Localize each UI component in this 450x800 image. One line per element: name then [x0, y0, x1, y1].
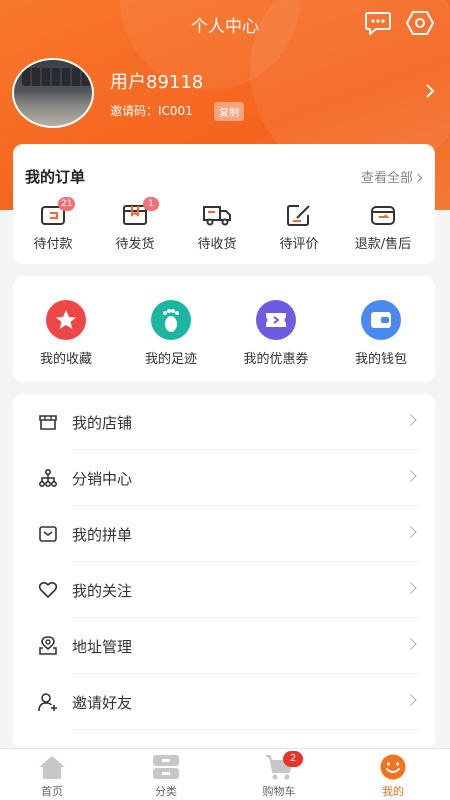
menu-label: 地址管理: [72, 638, 133, 656]
user-profile[interactable]: 用户89118 邀请码：IC001 复制: [0, 56, 450, 132]
settings-icon[interactable]: [406, 10, 434, 36]
quick-label: 我的收藏: [39, 352, 92, 367]
mail-icon: [39, 526, 57, 542]
my-footprints[interactable]: 我的足迹: [121, 300, 221, 367]
order-label: 待评价: [279, 237, 319, 252]
orders-card: 我的订单 查看全部 21 待付款 1 待发货 待收货 待评价 退款/售后: [13, 144, 435, 264]
avatar-photo: [22, 68, 92, 86]
menu-item-group-orders[interactable]: 我的拼单: [13, 506, 435, 562]
menu-item-distribution[interactable]: 分销中心: [13, 450, 435, 506]
divider: [72, 729, 419, 730]
my-favorites[interactable]: 我的收藏: [16, 300, 116, 367]
order-label: 待收货: [197, 237, 237, 252]
refund-wallet-icon: [371, 206, 395, 225]
chevron-right-icon: [405, 470, 417, 482]
bottom-tab-bar: 首页 分类 2 购物车 我的: [0, 748, 450, 800]
view-all-orders-link[interactable]: 查看全部: [360, 167, 423, 186]
edit-icon: [287, 205, 310, 226]
quick-label: 我的优惠券: [243, 352, 309, 367]
order-pending-shipment[interactable]: 1 待发货: [95, 197, 175, 252]
tab-label: 我的: [382, 785, 404, 798]
chevron-right-icon[interactable]: [424, 82, 436, 100]
wallet-icon: [361, 300, 401, 340]
order-label: 待发货: [115, 237, 155, 252]
chevron-right-icon: [405, 582, 417, 594]
order-pending-receipt[interactable]: 待收货: [177, 202, 257, 252]
quick-label: 我的足迹: [144, 352, 197, 367]
tab-label: 分类: [155, 785, 177, 798]
order-pending-review[interactable]: 待评价: [259, 202, 339, 252]
my-wallet[interactable]: 我的钱包: [331, 300, 431, 367]
cart-badge: 2: [283, 751, 303, 767]
store-icon: [39, 415, 57, 430]
menu-item-my-store[interactable]: 我的店铺: [13, 394, 435, 450]
quick-links-card: 我的收藏 我的足迹 我的优惠券 我的钱包: [13, 276, 435, 382]
copy-button[interactable]: 复制: [214, 102, 244, 121]
tab-label: 购物车: [262, 785, 296, 798]
truck-icon: [203, 206, 231, 226]
menu-label: 我的店铺: [72, 414, 133, 432]
view-all-label: 查看全部: [360, 171, 413, 186]
tab-cart[interactable]: 2 购物车: [249, 751, 309, 799]
menu-label: 我的拼单: [72, 526, 133, 544]
menu-item-address[interactable]: 地址管理: [13, 618, 435, 674]
quick-label: 我的钱包: [354, 352, 407, 367]
top-bar: 个人中心: [0, 0, 450, 46]
menu-item-following[interactable]: 我的关注: [13, 562, 435, 618]
avatar[interactable]: [12, 58, 94, 128]
username: 用户89118: [110, 72, 204, 93]
order-refund[interactable]: 退款/售后: [341, 202, 425, 252]
chevron-right-icon: [405, 638, 417, 650]
add-user-icon: [38, 693, 57, 712]
tab-home[interactable]: 首页: [22, 753, 82, 799]
order-badge: 21: [58, 197, 76, 211]
footprint-icon: [151, 300, 191, 340]
my-coupons[interactable]: 我的优惠券: [226, 300, 326, 367]
menu-label: 邀请好友: [72, 694, 133, 712]
home-icon: [39, 756, 65, 779]
tab-category[interactable]: 分类: [136, 753, 196, 799]
tab-label: 首页: [41, 785, 63, 798]
chevron-right-icon: [413, 173, 423, 183]
tab-mine[interactable]: 我的: [363, 753, 423, 799]
menu-list: 我的店铺 分销中心 我的拼单 我的关注 地址管理 邀请好友: [13, 394, 435, 750]
coupon-icon: [256, 300, 296, 340]
menu-item-invite-friends[interactable]: 邀请好友: [13, 674, 435, 730]
orders-title: 我的订单: [25, 168, 86, 186]
menu-label: 分销中心: [72, 470, 133, 488]
location-icon: [39, 636, 57, 655]
chevron-right-icon: [405, 526, 417, 538]
network-icon: [38, 468, 58, 488]
smile-icon: [380, 754, 406, 780]
message-icon[interactable]: [364, 10, 392, 36]
order-label: 退款/售后: [354, 237, 412, 252]
chevron-right-icon: [405, 414, 417, 426]
order-badge: 1: [143, 197, 159, 211]
chevron-right-icon: [405, 694, 417, 706]
star-icon: [46, 300, 86, 340]
menu-label: 我的关注: [72, 582, 133, 600]
order-pending-payment[interactable]: 21 待付款: [13, 197, 93, 252]
heart-icon: [38, 581, 58, 598]
order-label: 待付款: [33, 237, 73, 252]
invite-code: 邀请码：IC001: [110, 104, 193, 118]
category-icon: [153, 755, 179, 779]
